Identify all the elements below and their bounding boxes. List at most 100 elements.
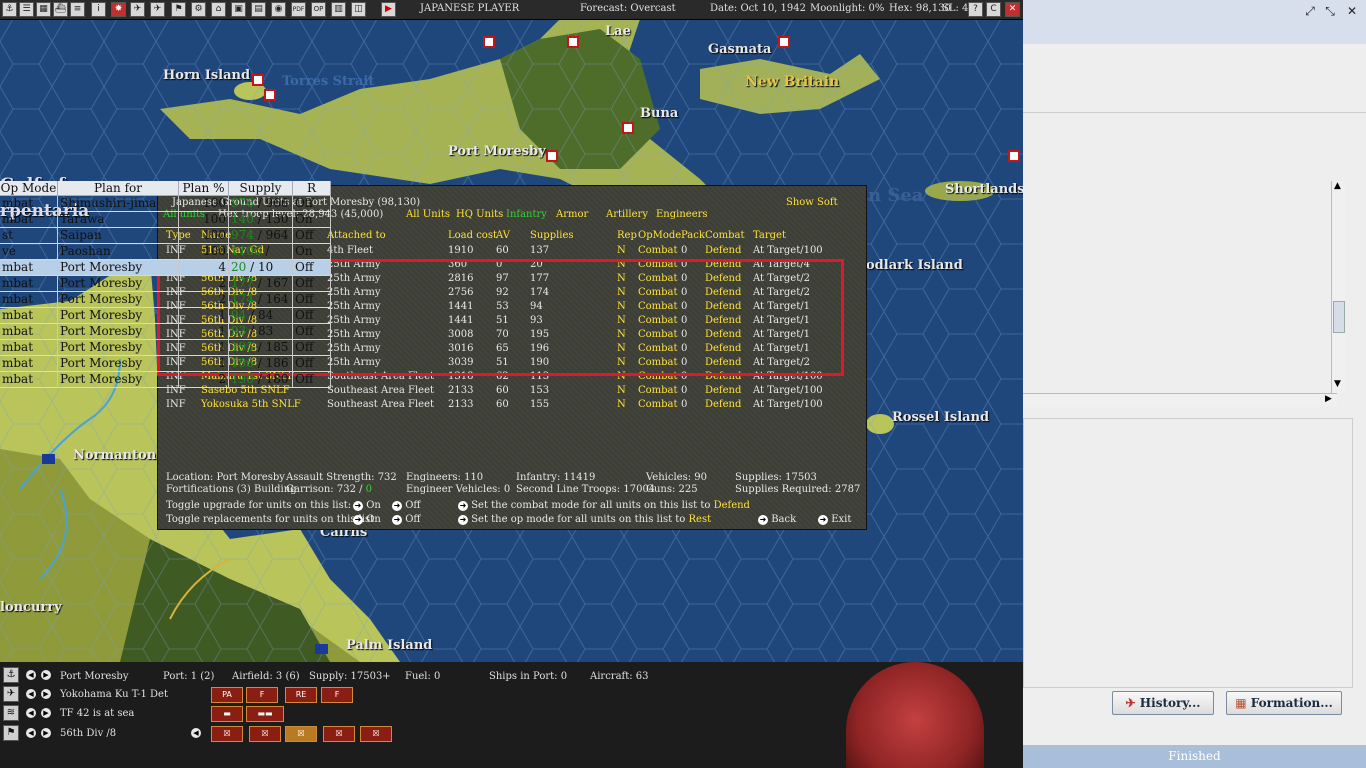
table-row[interactable]: mbat Port Moresby 1 196 / 186 Off bbox=[0, 356, 331, 372]
maximize-icon[interactable]: ⤡ bbox=[1323, 4, 1337, 18]
op-button[interactable]: OP bbox=[311, 2, 326, 17]
cell-combat[interactable]: Defend bbox=[705, 371, 741, 382]
cell-rep[interactable]: N bbox=[617, 287, 626, 298]
japanese-unit-marker[interactable] bbox=[264, 89, 276, 101]
cell-opmode[interactable]: Combat bbox=[638, 259, 678, 270]
toggle-replace-on[interactable]: ➜ On bbox=[353, 514, 381, 525]
flag-marker-icon[interactable]: ⚑ bbox=[171, 2, 186, 17]
col-plan-for[interactable]: Plan for bbox=[58, 181, 179, 196]
base-name[interactable]: Port Moresby bbox=[60, 671, 128, 682]
col-r[interactable]: R bbox=[293, 181, 331, 196]
ships-icon[interactable]: ⛴ bbox=[53, 2, 68, 17]
filter-armor[interactable]: Armor bbox=[556, 209, 588, 220]
color-icon[interactable]: C bbox=[986, 2, 1001, 17]
table-row[interactable]: mbat Shimushiri-jima 100 976 / 966 Off bbox=[0, 196, 331, 212]
col-supply[interactable]: Supply bbox=[229, 181, 293, 196]
table-row[interactable]: st Saipan 100 974 / 964 Off bbox=[0, 228, 331, 244]
next-arrow-icon[interactable]: ▶ bbox=[41, 728, 51, 738]
help-icon[interactable]: ? bbox=[968, 2, 983, 17]
table-row[interactable]: mbat Port Moresby 1 93 / 83 Off bbox=[0, 324, 331, 340]
info-icon[interactable]: i bbox=[91, 2, 106, 17]
air-unit-badge[interactable]: F bbox=[246, 687, 278, 703]
infantry-badge-icon[interactable]: ☒ bbox=[211, 726, 243, 742]
intel-icon[interactable]: ⌂ bbox=[211, 2, 226, 17]
cell-opmode[interactable]: Combat bbox=[638, 273, 678, 284]
scroll-up-icon[interactable]: ▲ bbox=[1334, 181, 1341, 191]
col-rep[interactable]: Rep bbox=[617, 230, 637, 241]
restore-icon[interactable]: ⤢ bbox=[1303, 4, 1317, 18]
exit-button[interactable]: ➜ Exit bbox=[818, 514, 851, 525]
air-unit-name[interactable]: Yokohama Ku T-1 Det bbox=[60, 689, 168, 700]
japanese-unit-marker[interactable] bbox=[546, 150, 558, 162]
col-av[interactable]: AV bbox=[496, 230, 510, 241]
next-arrow-icon[interactable]: ▶ bbox=[41, 708, 51, 718]
japanese-unit-marker[interactable] bbox=[622, 122, 634, 134]
cell-opmode[interactable]: Combat bbox=[638, 385, 678, 396]
cell-rep[interactable]: N bbox=[617, 315, 626, 326]
cell-opmode[interactable]: Combat bbox=[638, 329, 678, 340]
japanese-unit-marker[interactable] bbox=[778, 36, 790, 48]
save-icon[interactable]: ◫ bbox=[351, 2, 366, 17]
cell-opmode[interactable]: Combat bbox=[638, 371, 678, 382]
table-row[interactable]: INF Yokosuka 5th SNLF Southeast Area Fleet… bbox=[158, 399, 858, 413]
infantry-badge-icon[interactable]: ☒ bbox=[323, 726, 355, 742]
flag-icon[interactable]: ⚑ bbox=[3, 725, 19, 741]
close-icon[interactable]: ✕ bbox=[1345, 4, 1359, 18]
air-unit-icon[interactable]: ✈ bbox=[130, 2, 145, 17]
cell-opmode[interactable]: Combat bbox=[638, 301, 678, 312]
next-arrow-icon[interactable]: ▶ bbox=[41, 689, 51, 699]
globe-icon[interactable]: ◉ bbox=[271, 2, 286, 17]
close-icon[interactable]: ✕ bbox=[1005, 2, 1020, 17]
infantry-badge-icon[interactable]: ☒ bbox=[360, 726, 392, 742]
table-row[interactable]: mbat Port Moresby 1 94 / 84 Off bbox=[0, 308, 331, 324]
japanese-unit-marker[interactable] bbox=[567, 36, 579, 48]
col-target[interactable]: Target bbox=[753, 230, 786, 241]
report-icon[interactable]: ☰ bbox=[19, 2, 34, 17]
col-plan-pct[interactable]: Plan % bbox=[179, 181, 229, 196]
cell-rep[interactable]: N bbox=[617, 385, 626, 396]
table-row[interactable]: ve Paoshan 100 1106 /On bbox=[0, 244, 331, 260]
map-icon[interactable]: ▣ bbox=[231, 2, 246, 17]
table-row[interactable]: mbat Port Moresby 4 20 / 10 Off bbox=[0, 260, 331, 276]
cell-combat[interactable]: Defend bbox=[705, 399, 741, 410]
aircraft-icon[interactable]: ✈ bbox=[150, 2, 165, 17]
air-unit-badge[interactable]: F bbox=[321, 687, 353, 703]
table-row[interactable]: mbat Port Moresby 2 190 / 180 Off bbox=[0, 372, 331, 388]
table-row[interactable]: mbat Tarawa 100 140 / 130 On bbox=[0, 212, 331, 228]
cell-combat[interactable]: Defend bbox=[705, 357, 741, 368]
table-row[interactable]: mbat Port Moresby 2 174 / 164 Off bbox=[0, 292, 331, 308]
col-opmode[interactable]: OpMode bbox=[638, 230, 681, 241]
allied-flag-icon[interactable] bbox=[315, 644, 328, 654]
cell-combat[interactable]: Defend bbox=[705, 245, 741, 256]
cell-rep[interactable]: N bbox=[617, 399, 626, 410]
cell-name[interactable]: Yokosuka 5th SNLF bbox=[201, 399, 301, 410]
next-arrow-icon[interactable]: ▶ bbox=[41, 670, 51, 680]
cell-opmode[interactable]: Combat bbox=[638, 315, 678, 326]
ship-icon[interactable]: ≋ bbox=[3, 705, 19, 721]
scroll-down-icon[interactable]: ▼ bbox=[1334, 379, 1341, 389]
col-load-cost[interactable]: Load cost bbox=[448, 230, 497, 241]
cell-combat[interactable]: Defend bbox=[705, 343, 741, 354]
air-unit-badge[interactable]: PA bbox=[211, 687, 243, 703]
scroll-right-icon[interactable]: ▶ bbox=[1325, 394, 1332, 404]
calendar-icon[interactable]: ▥ bbox=[331, 2, 346, 17]
cell-rep[interactable]: N bbox=[617, 357, 626, 368]
toggle-replace-off[interactable]: ➜ Off bbox=[392, 514, 421, 525]
col-attached[interactable]: Attached to bbox=[327, 230, 386, 241]
production-icon[interactable]: ▤ bbox=[251, 2, 266, 17]
ship-badge-icon[interactable]: ▬ bbox=[211, 706, 243, 722]
col-op-mode[interactable]: Op Mode bbox=[0, 181, 58, 196]
toggle-upgrade-on[interactable]: ➜ On bbox=[353, 500, 381, 511]
scroll-thumb[interactable] bbox=[1333, 301, 1345, 333]
vertical-scrollbar[interactable]: ▲ ▼ bbox=[1331, 181, 1345, 393]
cell-rep[interactable]: N bbox=[617, 259, 626, 270]
infantry-badge-icon[interactable]: ☒ bbox=[249, 726, 281, 742]
filter-hq-units[interactable]: HQ Units bbox=[456, 209, 503, 220]
japanese-unit-marker[interactable] bbox=[1008, 150, 1020, 162]
cell-combat[interactable]: Defend bbox=[705, 301, 741, 312]
set-op-mode[interactable]: ➜ Set the op mode for all units on this … bbox=[458, 514, 711, 525]
cell-combat[interactable]: Defend bbox=[705, 273, 741, 284]
formation-button[interactable]: ▦ Formation... bbox=[1226, 691, 1342, 715]
prev-arrow-icon[interactable]: ◀ bbox=[26, 670, 36, 680]
japanese-unit-marker[interactable] bbox=[483, 36, 495, 48]
